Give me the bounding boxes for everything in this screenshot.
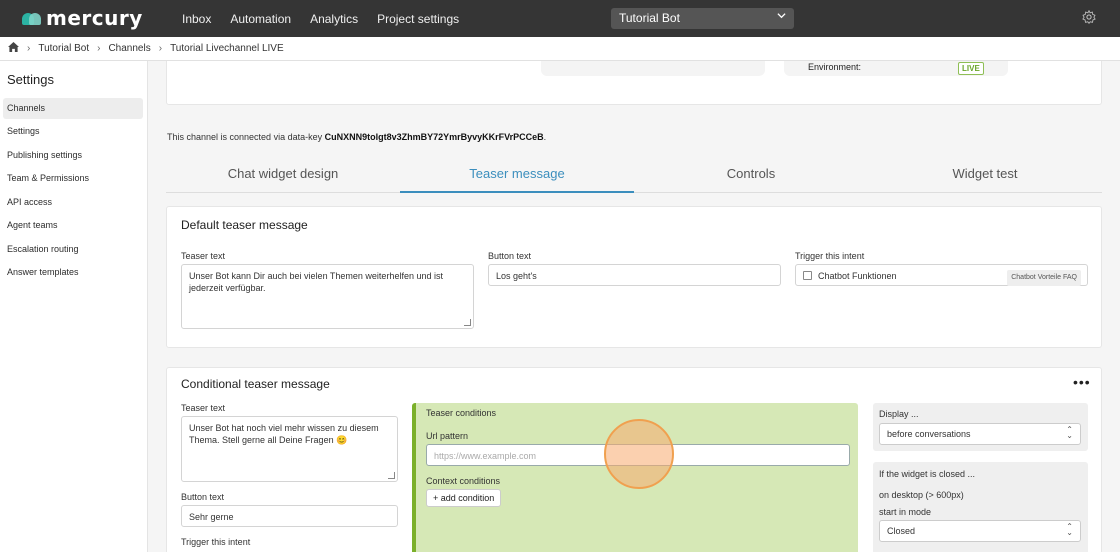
sidebar-item-team-permissions[interactable]: Team & Permissions — [3, 168, 143, 189]
datakey-prefix: This channel is connected via data-key — [167, 132, 325, 142]
home-icon[interactable] — [8, 42, 19, 55]
up-down-icon: ⌃ ⌄ — [1066, 425, 1073, 440]
display-label: Display ... — [879, 409, 919, 419]
resize-handle-icon[interactable] — [388, 472, 395, 479]
datakey-suffix: . — [543, 132, 547, 142]
trigger-intent-select[interactable]: Chatbot Funktionen Chatbot Vorteile FAQ — [795, 264, 1088, 286]
teaser-text-value: Unser Bot kann Dir auch bei vielen Theme… — [189, 271, 443, 293]
breadcrumb-bot[interactable]: Tutorial Bot — [38, 43, 89, 54]
nav-inbox[interactable]: Inbox — [182, 12, 211, 26]
breadcrumb-channels[interactable]: Channels — [108, 43, 150, 54]
logo-text: mercury — [46, 6, 143, 30]
start-mode-value: Closed — [887, 526, 916, 536]
sidebar-item-answer-templates[interactable]: Answer templates — [3, 262, 143, 283]
sidebar-item-settings[interactable]: Settings — [3, 121, 143, 142]
trigger-intent-label: Trigger this intent — [795, 251, 865, 261]
tab-chat-widget-design[interactable]: Chat widget design — [166, 157, 400, 193]
project-select-value: Tutorial Bot — [619, 11, 680, 25]
sidebar-item-escalation-routing[interactable]: Escalation routing — [3, 239, 143, 260]
nav-automation[interactable]: Automation — [230, 12, 291, 26]
top-nav: Inbox Automation Analytics Project setti… — [182, 12, 478, 26]
button-text-input[interactable]: Los geht's — [488, 264, 781, 286]
chevron-right-icon: › — [97, 43, 101, 54]
sidebar-item-agent-teams[interactable]: Agent teams — [3, 215, 143, 236]
tab-widget-test[interactable]: Widget test — [868, 157, 1102, 193]
teaser-text-label: Teaser text — [181, 251, 226, 261]
display-select[interactable]: before conversations ⌃ ⌄ — [879, 423, 1081, 445]
sidebar-item-publishing-settings[interactable]: Publishing settings — [3, 145, 143, 166]
tab-teaser-message[interactable]: Teaser message — [400, 157, 634, 193]
top-bar: mercury Inbox Automation Analytics Proje… — [0, 0, 1120, 37]
live-badge: LIVE — [958, 62, 984, 75]
nav-project-settings[interactable]: Project settings — [377, 12, 459, 26]
environment-label: Environment: — [808, 62, 862, 72]
url-pattern-label: Url pattern — [426, 431, 469, 441]
gear-icon[interactable] — [1082, 9, 1098, 26]
cond-button-text-input[interactable]: Sehr gerne — [181, 505, 398, 527]
cond-teaser-text-value: Unser Bot hat noch viel mehr wissen zu d… — [189, 423, 379, 445]
conditional-teaser-title: Conditional teaser message — [181, 377, 330, 391]
default-teaser-card: Default teaser message Teaser text Unser… — [166, 206, 1102, 348]
breadcrumb: › Tutorial Bot › Channels › Tutorial Liv… — [0, 37, 1120, 61]
chevron-right-icon: › — [27, 43, 31, 54]
datakey-value: CuNXNN9tolgt8v3ZhmBY72YmrByvyKKrFVrPCCeB — [324, 132, 544, 142]
sidebar-item-api-access[interactable]: API access — [3, 192, 143, 213]
cond-trigger-intent-label: Trigger this intent — [181, 537, 251, 547]
cond-teaser-text-label: Teaser text — [181, 403, 226, 413]
chevron-down-icon — [777, 11, 786, 23]
closed-title: If the widget is closed ... — [879, 469, 976, 479]
desktop-label: on desktop (> 600px) — [879, 490, 964, 500]
add-condition-button[interactable]: + add condition — [426, 489, 502, 507]
cond-button-text-label: Button text — [181, 492, 225, 502]
resize-handle-icon[interactable] — [464, 319, 471, 326]
intent-tag: Chatbot Vorteile FAQ — [1007, 270, 1081, 286]
button-text-label: Button text — [488, 251, 532, 261]
click-indicator — [604, 419, 674, 489]
start-mode-select[interactable]: Closed ⌃ ⌄ — [879, 520, 1081, 542]
channel-tabs: Chat widget design Teaser message Contro… — [166, 157, 1102, 193]
url-pattern-placeholder: https://www.example.com — [434, 451, 537, 461]
intent-value: Chatbot Funktionen — [818, 271, 897, 281]
nav-analytics[interactable]: Analytics — [310, 12, 358, 26]
teaser-conditions-title: Teaser conditions — [426, 408, 497, 418]
default-teaser-title: Default teaser message — [181, 218, 308, 232]
mercury-logo[interactable]: mercury — [22, 6, 143, 30]
sidebar-title: Settings — [7, 72, 54, 87]
info-box — [541, 61, 765, 76]
datakey-text: This channel is connected via data-key C… — [167, 132, 546, 142]
logo-mark-icon — [22, 12, 42, 25]
teaser-text-input[interactable]: Unser Bot kann Dir auch bei vielen Theme… — [181, 264, 474, 329]
closed-widget-box: If the widget is closed ... on desktop (… — [873, 462, 1088, 552]
breadcrumb-current: Tutorial Livechannel LIVE — [170, 43, 284, 54]
tab-controls[interactable]: Controls — [634, 157, 868, 193]
intent-icon — [803, 271, 812, 280]
chevron-right-icon: › — [158, 43, 163, 54]
settings-sidebar: Settings Channels Settings Publishing se… — [0, 61, 148, 552]
start-mode-label: start in mode — [879, 507, 932, 517]
display-box: Display ... before conversations ⌃ ⌄ — [873, 403, 1088, 451]
channel-info-panel: Environment: LIVE — [166, 61, 1102, 105]
display-select-value: before conversations — [887, 429, 971, 439]
more-options-icon[interactable]: ••• — [1073, 374, 1091, 390]
cond-teaser-text-input[interactable]: Unser Bot hat noch viel mehr wissen zu d… — [181, 416, 398, 482]
sidebar-item-channels[interactable]: Channels — [3, 98, 143, 119]
project-select[interactable]: Tutorial Bot — [611, 8, 794, 29]
context-conditions-label: Context conditions — [426, 476, 501, 486]
up-down-icon: ⌃ ⌄ — [1066, 522, 1073, 537]
